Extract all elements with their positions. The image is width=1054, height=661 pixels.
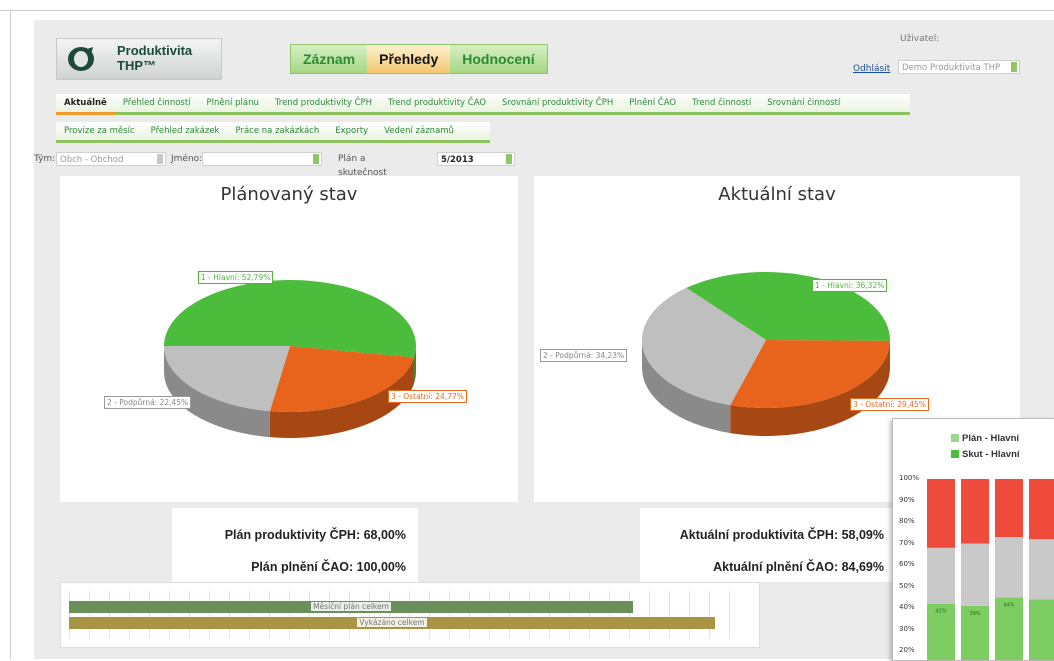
dropdown-handle-icon	[157, 154, 163, 164]
team-select-value: Obch - Obchod	[60, 153, 123, 167]
dropdown-handle-icon	[1011, 62, 1017, 72]
plan-cph-value: Plán produktivity ČPH: 68,00%	[225, 528, 406, 542]
planned-pie-panel: Plánovaný stav 1 - Hlavní: 52,79% 3 - Os…	[60, 176, 518, 502]
mini-bar-3-seg-1	[1029, 539, 1054, 599]
mini-bar-3-seg-0	[1029, 599, 1054, 660]
logo-text: Produktivita THP™	[117, 43, 192, 73]
app-logo[interactable]: Produktivita THP™	[56, 38, 222, 80]
pie-label-other: 3 - Ostatní: 24,77%	[388, 390, 467, 403]
monthly-plan-bar: Měsíční plán celkem	[69, 601, 633, 613]
actual-stats: Aktuální produktivita ČPH: 58,09% Aktuál…	[640, 508, 896, 582]
mini-bar-1-seg-2	[961, 479, 989, 544]
actual-cao-value: Aktuální plnění ČAO: 84,69%	[713, 560, 884, 574]
plan-stats: Plán produktivity ČPH: 68,00% Plán plněn…	[172, 508, 418, 582]
period-select[interactable]: 5/2013	[437, 152, 515, 166]
subnav-item-8[interactable]: Srovnání činností	[759, 94, 848, 112]
monthly-plan-bar-label: Měsíční plán celkem	[311, 602, 391, 611]
period-select-value: 5/2013	[441, 153, 474, 167]
mini-bar-0-seg-1	[927, 548, 955, 604]
pie-label-support: 2 - Podpůrná: 22,45%	[104, 396, 191, 409]
page-top-border	[0, 10, 1054, 11]
mini-bar-1-seg-1	[961, 544, 989, 606]
subnav-item-6[interactable]: Plnění ČAO	[621, 94, 684, 112]
reported-bar-label: Vykázáno celkem	[357, 618, 426, 627]
mini-bar-tag: 39%	[969, 611, 980, 617]
tab-0[interactable]: Záznam	[291, 45, 367, 73]
logout-link[interactable]: Odhlásit	[853, 64, 890, 74]
tab-1[interactable]: Přehledy	[367, 45, 450, 73]
subnav-item-7[interactable]: Trend činností	[684, 94, 759, 112]
subnav-item-0[interactable]: Aktuálně	[56, 94, 115, 115]
team-select[interactable]: Obch - Obchod	[56, 152, 166, 166]
mini-bar-3-seg-2	[1029, 479, 1054, 539]
subnav-item-0[interactable]: Provize za měsíc	[56, 122, 143, 140]
progress-grid	[69, 591, 749, 639]
subnav-item-1[interactable]: Přehled činností	[115, 94, 199, 112]
mini-bar-0-seg-2	[927, 479, 955, 548]
subnav-item-1[interactable]: Přehled zakázek	[143, 122, 228, 140]
user-select[interactable]: Demo Produktivita THP	[898, 60, 1020, 74]
subnav-row-2: Provize za měsícPřehled zakázekPráce na …	[56, 122, 490, 143]
pie-slice-0	[164, 280, 416, 357]
subnav-item-5[interactable]: Srovnání produktivity ČPH	[494, 94, 621, 112]
subnav-item-4[interactable]: Trend produktivity ČAO	[380, 94, 494, 112]
subnav-item-3[interactable]: Exporty	[327, 122, 376, 140]
team-label: Tým:	[34, 152, 55, 166]
user-label: Uživatel:	[900, 34, 939, 44]
pie-label-support: 2 - Podpůrná: 34,23%	[540, 349, 627, 362]
main-navigation: ZáznamPřehledyHodnocení	[290, 44, 548, 74]
subnav-item-4[interactable]: Vedení záznamů	[376, 122, 462, 140]
mini-bar-tag: 44%	[1003, 602, 1014, 608]
mini-bar-tag: 42%	[935, 609, 946, 615]
dropdown-handle-icon	[313, 154, 319, 164]
mini-bars: 42% 39% 44%	[893, 419, 1054, 660]
planned-pie-chart	[60, 176, 518, 502]
user-select-value: Demo Produktivita THP	[902, 63, 1000, 73]
logo-icon	[63, 45, 107, 73]
mini-stacked-chart: Plán - Hlavní Skut - Hlavní 100%90%80%70…	[892, 418, 1054, 661]
pie-label-main: 1 - Hlavní: 52,79%	[198, 271, 273, 284]
plan-cao-value: Plán plnění ČAO: 100,00%	[251, 560, 406, 574]
tab-2[interactable]: Hodnocení	[450, 45, 546, 73]
pie-label-other: 3 - Ostatní: 29,45%	[850, 398, 929, 411]
page-left-border	[10, 10, 11, 659]
subnav-item-2[interactable]: Práce na zakázkách	[227, 122, 327, 140]
name-label: Jméno:	[171, 152, 202, 166]
reported-bar: Vykázáno celkem	[69, 617, 715, 629]
subnav-row-1: AktuálněPřehled činnostíPlnění plánuTren…	[56, 94, 910, 115]
subnav-item-3[interactable]: Trend produktivity ČPH	[267, 94, 380, 112]
dropdown-handle-icon	[506, 154, 512, 164]
monthly-progress-chart: Měsíční plán celkem Vykázáno celkem	[60, 582, 760, 648]
mini-bar-2-seg-1	[995, 537, 1023, 597]
name-select[interactable]	[202, 152, 322, 166]
mini-bar-2-seg-2	[995, 479, 1023, 537]
subnav-item-2[interactable]: Plnění plánu	[199, 94, 267, 112]
pie-label-main: 1 - Hlavní: 36,32%	[812, 279, 887, 292]
actual-cph-value: Aktuální produktivita ČPH: 58,09%	[680, 528, 884, 542]
